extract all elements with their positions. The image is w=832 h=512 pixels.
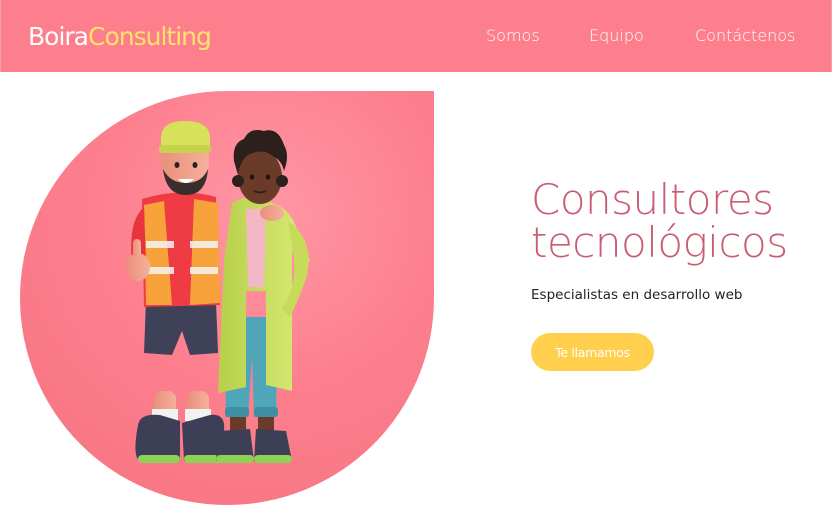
team-illustration: [126, 121, 310, 463]
call-me-button[interactable]: Te llamamos: [531, 333, 654, 371]
woman-figure: [216, 130, 310, 463]
brand-name-part2: Consulting: [88, 22, 212, 51]
nav-link-contactenos[interactable]: Contáctenos: [695, 26, 795, 46]
site-header: BoiraConsulting Somos Equipo Contáctenos: [0, 0, 832, 72]
hero-illustration-blob: [20, 91, 434, 505]
hero-title: Consultores tecnológicos: [531, 178, 831, 264]
hero-subtitle: Especialistas en desarrollo web: [531, 287, 743, 303]
nav-link-somos[interactable]: Somos: [486, 26, 540, 46]
man-figure: [126, 121, 225, 463]
hero-title-line1: Consultores: [531, 175, 774, 224]
nav-link-equipo[interactable]: Equipo: [589, 26, 644, 46]
brand-logo-link[interactable]: BoiraConsulting: [28, 20, 212, 54]
brand-name-part1: Boira: [28, 22, 89, 51]
hero-title-line2: tecnológicos: [531, 218, 788, 267]
